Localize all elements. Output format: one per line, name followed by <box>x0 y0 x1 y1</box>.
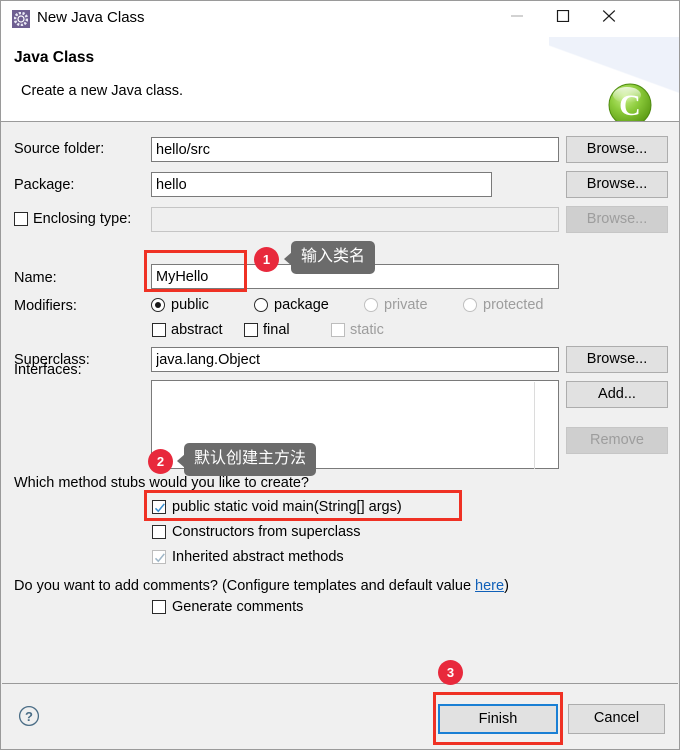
name-label: Name: <box>14 270 57 286</box>
modifiers-label: Modifiers: <box>14 298 77 314</box>
stub-label-main: public static void main(String[] args) <box>172 499 402 515</box>
stub-label-inherited: Inherited abstract methods <box>172 549 344 565</box>
package-label: Package: <box>14 177 75 193</box>
interfaces-add-button[interactable]: Add... <box>566 381 668 408</box>
java-class-wizard-icon <box>12 10 30 28</box>
superclass-input[interactable] <box>151 347 559 372</box>
tooltip-arrow <box>177 454 185 468</box>
annotation-badge-1: 1 <box>254 247 279 272</box>
interfaces-scrollbar[interactable] <box>534 382 535 469</box>
source-folder-browse-button[interactable]: Browse... <box>566 136 668 163</box>
footer-divider <box>2 683 678 684</box>
modifier-radio-private[interactable] <box>364 298 378 312</box>
cancel-button[interactable]: Cancel <box>568 704 665 734</box>
modifier-label-package: package <box>274 297 329 313</box>
modifier-checkbox-abstract[interactable] <box>152 323 166 337</box>
radio-dot <box>155 302 161 308</box>
package-input[interactable] <box>151 172 492 197</box>
stub-checkbox-main[interactable] <box>152 500 166 514</box>
package-browse-button[interactable]: Browse... <box>566 171 668 198</box>
maximize-button[interactable] <box>541 1 587 31</box>
cog-glyph <box>14 12 28 26</box>
title-bar: New Java Class <box>1 1 679 37</box>
annotation-badge-3: 3 <box>438 660 463 685</box>
annotation-tooltip-2-text: 默认创建主方法 <box>194 450 307 467</box>
source-folder-label: Source folder: <box>14 141 105 157</box>
modifier-radio-protected[interactable] <box>463 298 477 312</box>
modifier-checkbox-static[interactable] <box>331 323 345 337</box>
close-icon <box>602 10 616 22</box>
interfaces-label: Interfaces: <box>14 362 82 378</box>
comments-question: Do you want to add comments? (Configure … <box>14 578 509 594</box>
modifier-label-protected: protected <box>483 297 544 313</box>
stub-checkbox-constructors[interactable] <box>152 525 166 539</box>
tooltip-arrow <box>284 252 292 266</box>
annotation-badge-2: 2 <box>148 449 173 474</box>
enclosing-type-input[interactable] <box>151 207 559 232</box>
modifier-label-static: static <box>350 322 384 338</box>
modifier-checkbox-final[interactable] <box>244 323 258 337</box>
modifier-radio-package[interactable] <box>254 298 268 312</box>
close-button[interactable] <box>587 1 633 31</box>
checkmark-icon <box>154 553 165 563</box>
enclosing-type-checkbox[interactable] <box>14 212 28 226</box>
enclosing-type-browse-button[interactable]: Browse... <box>566 206 668 233</box>
stub-label-constructors: Constructors from superclass <box>172 524 361 540</box>
modifier-radio-public[interactable] <box>151 298 165 312</box>
page-title: Java Class <box>14 49 95 66</box>
annotation-tooltip-1: 输入类名 <box>284 241 376 274</box>
svg-text:?: ? <box>25 709 33 724</box>
checkmark-icon <box>154 503 165 513</box>
minimize-button[interactable] <box>495 1 541 31</box>
page-description: Create a new Java class. <box>21 83 183 99</box>
method-stubs-question: Which method stubs would you like to cre… <box>14 475 309 491</box>
comments-question-text: Do you want to add comments? (Configure … <box>14 578 476 594</box>
window-title: New Java Class <box>37 9 145 26</box>
maximize-icon <box>556 10 570 22</box>
modifier-label-private: private <box>384 297 428 313</box>
generate-comments-label: Generate comments <box>172 599 304 615</box>
interfaces-remove-button[interactable]: Remove <box>566 427 668 454</box>
superclass-browse-button[interactable]: Browse... <box>566 346 668 373</box>
wizard-header: Java Class Create a new Java class. C <box>1 37 679 122</box>
minimize-icon <box>511 15 523 17</box>
green-c-sphere-logo: C <box>608 83 652 121</box>
new-java-class-dialog: New Java Class Java Class Create a new J… <box>0 0 680 750</box>
question-mark-icon[interactable]: ? <box>18 705 40 727</box>
annotation-tooltip-2: 默认创建主方法 <box>177 443 317 476</box>
modifier-label-final: final <box>263 322 290 338</box>
annotation-tooltip-1-text: 输入类名 <box>301 248 366 265</box>
modifier-label-abstract: abstract <box>171 322 223 338</box>
generate-comments-checkbox[interactable] <box>152 600 166 614</box>
comments-question-tail: ) <box>504 578 509 594</box>
modifier-label-public: public <box>171 297 209 313</box>
stub-checkbox-inherited[interactable] <box>152 550 166 564</box>
configure-templates-link[interactable]: here <box>475 578 504 594</box>
enclosing-type-label: Enclosing type: <box>33 211 132 227</box>
source-folder-input[interactable] <box>151 137 559 162</box>
finish-button[interactable]: Finish <box>438 704 558 734</box>
